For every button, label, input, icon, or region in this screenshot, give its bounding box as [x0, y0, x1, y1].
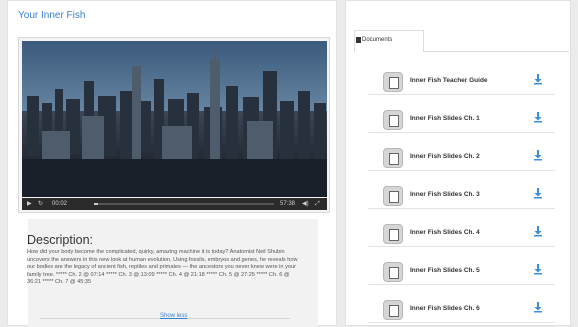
document-label[interactable]: Inner Fish Teacher Guide [410, 77, 488, 84]
replay-icon[interactable]: ↻ [38, 200, 43, 208]
document-label[interactable]: Inner Fish Slides Ch. 4 [410, 229, 480, 236]
description-body: How did your body become the complicated… [27, 249, 298, 286]
page-title: Your Inner Fish [18, 10, 86, 21]
show-less-link[interactable]: Show less [160, 313, 187, 319]
document-thumbnail-icon [383, 72, 403, 92]
description-heading: Description: [27, 233, 93, 247]
document-label[interactable]: Inner Fish Slides Ch. 3 [410, 191, 480, 198]
document-thumbnail-icon [383, 300, 403, 320]
city-skyline-image [22, 41, 327, 197]
download-icon[interactable] [533, 301, 543, 313]
document-icon [356, 37, 361, 43]
document-label[interactable]: Inner Fish Slides Ch. 1 [410, 115, 480, 122]
document-item[interactable]: Inner Fish Slides Ch. 6 [368, 295, 555, 323]
download-icon[interactable] [533, 263, 543, 275]
document-item[interactable]: Inner Fish Slides Ch. 3 [368, 181, 555, 209]
document-label[interactable]: Inner Fish Slides Ch. 2 [410, 153, 480, 160]
download-icon[interactable] [533, 111, 543, 123]
progress-fill [94, 203, 98, 205]
duration: 57:38 [280, 201, 296, 207]
download-icon[interactable] [533, 225, 543, 237]
current-time: 00:02 [52, 201, 68, 207]
volume-icon[interactable]: ◀) [302, 200, 309, 208]
download-icon[interactable] [533, 73, 543, 85]
video-controls: ▶ ↻ 00:02 57:38 ◀) ⤢ [22, 198, 327, 210]
video-player[interactable]: ▶ ↻ 00:02 57:38 ◀) ⤢ [18, 37, 330, 213]
document-thumbnail-icon [383, 110, 403, 130]
document-item[interactable]: Inner Fish Slides Ch. 5 [368, 257, 555, 285]
document-label[interactable]: Inner Fish Slides Ch. 5 [410, 267, 480, 274]
video-frame-image[interactable] [22, 41, 327, 197]
document-item[interactable]: Inner Fish Slides Ch. 4 [368, 219, 555, 247]
progress-bar[interactable] [94, 203, 274, 205]
tab-documents-label: Documents [362, 37, 393, 43]
document-thumbnail-icon [383, 186, 403, 206]
document-item[interactable]: Inner Fish Slides Ch. 2 [368, 143, 555, 171]
download-icon[interactable] [533, 187, 543, 199]
document-thumbnail-icon [383, 224, 403, 244]
fullscreen-icon[interactable]: ⤢ [315, 200, 320, 208]
documents-panel: Documents Inner Fish Teacher Guide Inner … [345, 0, 571, 326]
play-icon[interactable]: ▶ [27, 200, 32, 208]
document-thumbnail-icon [383, 262, 403, 282]
document-item[interactable]: Inner Fish Teacher Guide [368, 67, 555, 95]
download-icon[interactable] [533, 149, 543, 161]
document-thumbnail-icon [383, 148, 403, 168]
tab-underline [424, 51, 569, 52]
document-label[interactable]: Inner Fish Slides Ch. 6 [410, 305, 480, 312]
document-item[interactable]: Inner Fish Slides Ch. 1 [368, 105, 555, 133]
